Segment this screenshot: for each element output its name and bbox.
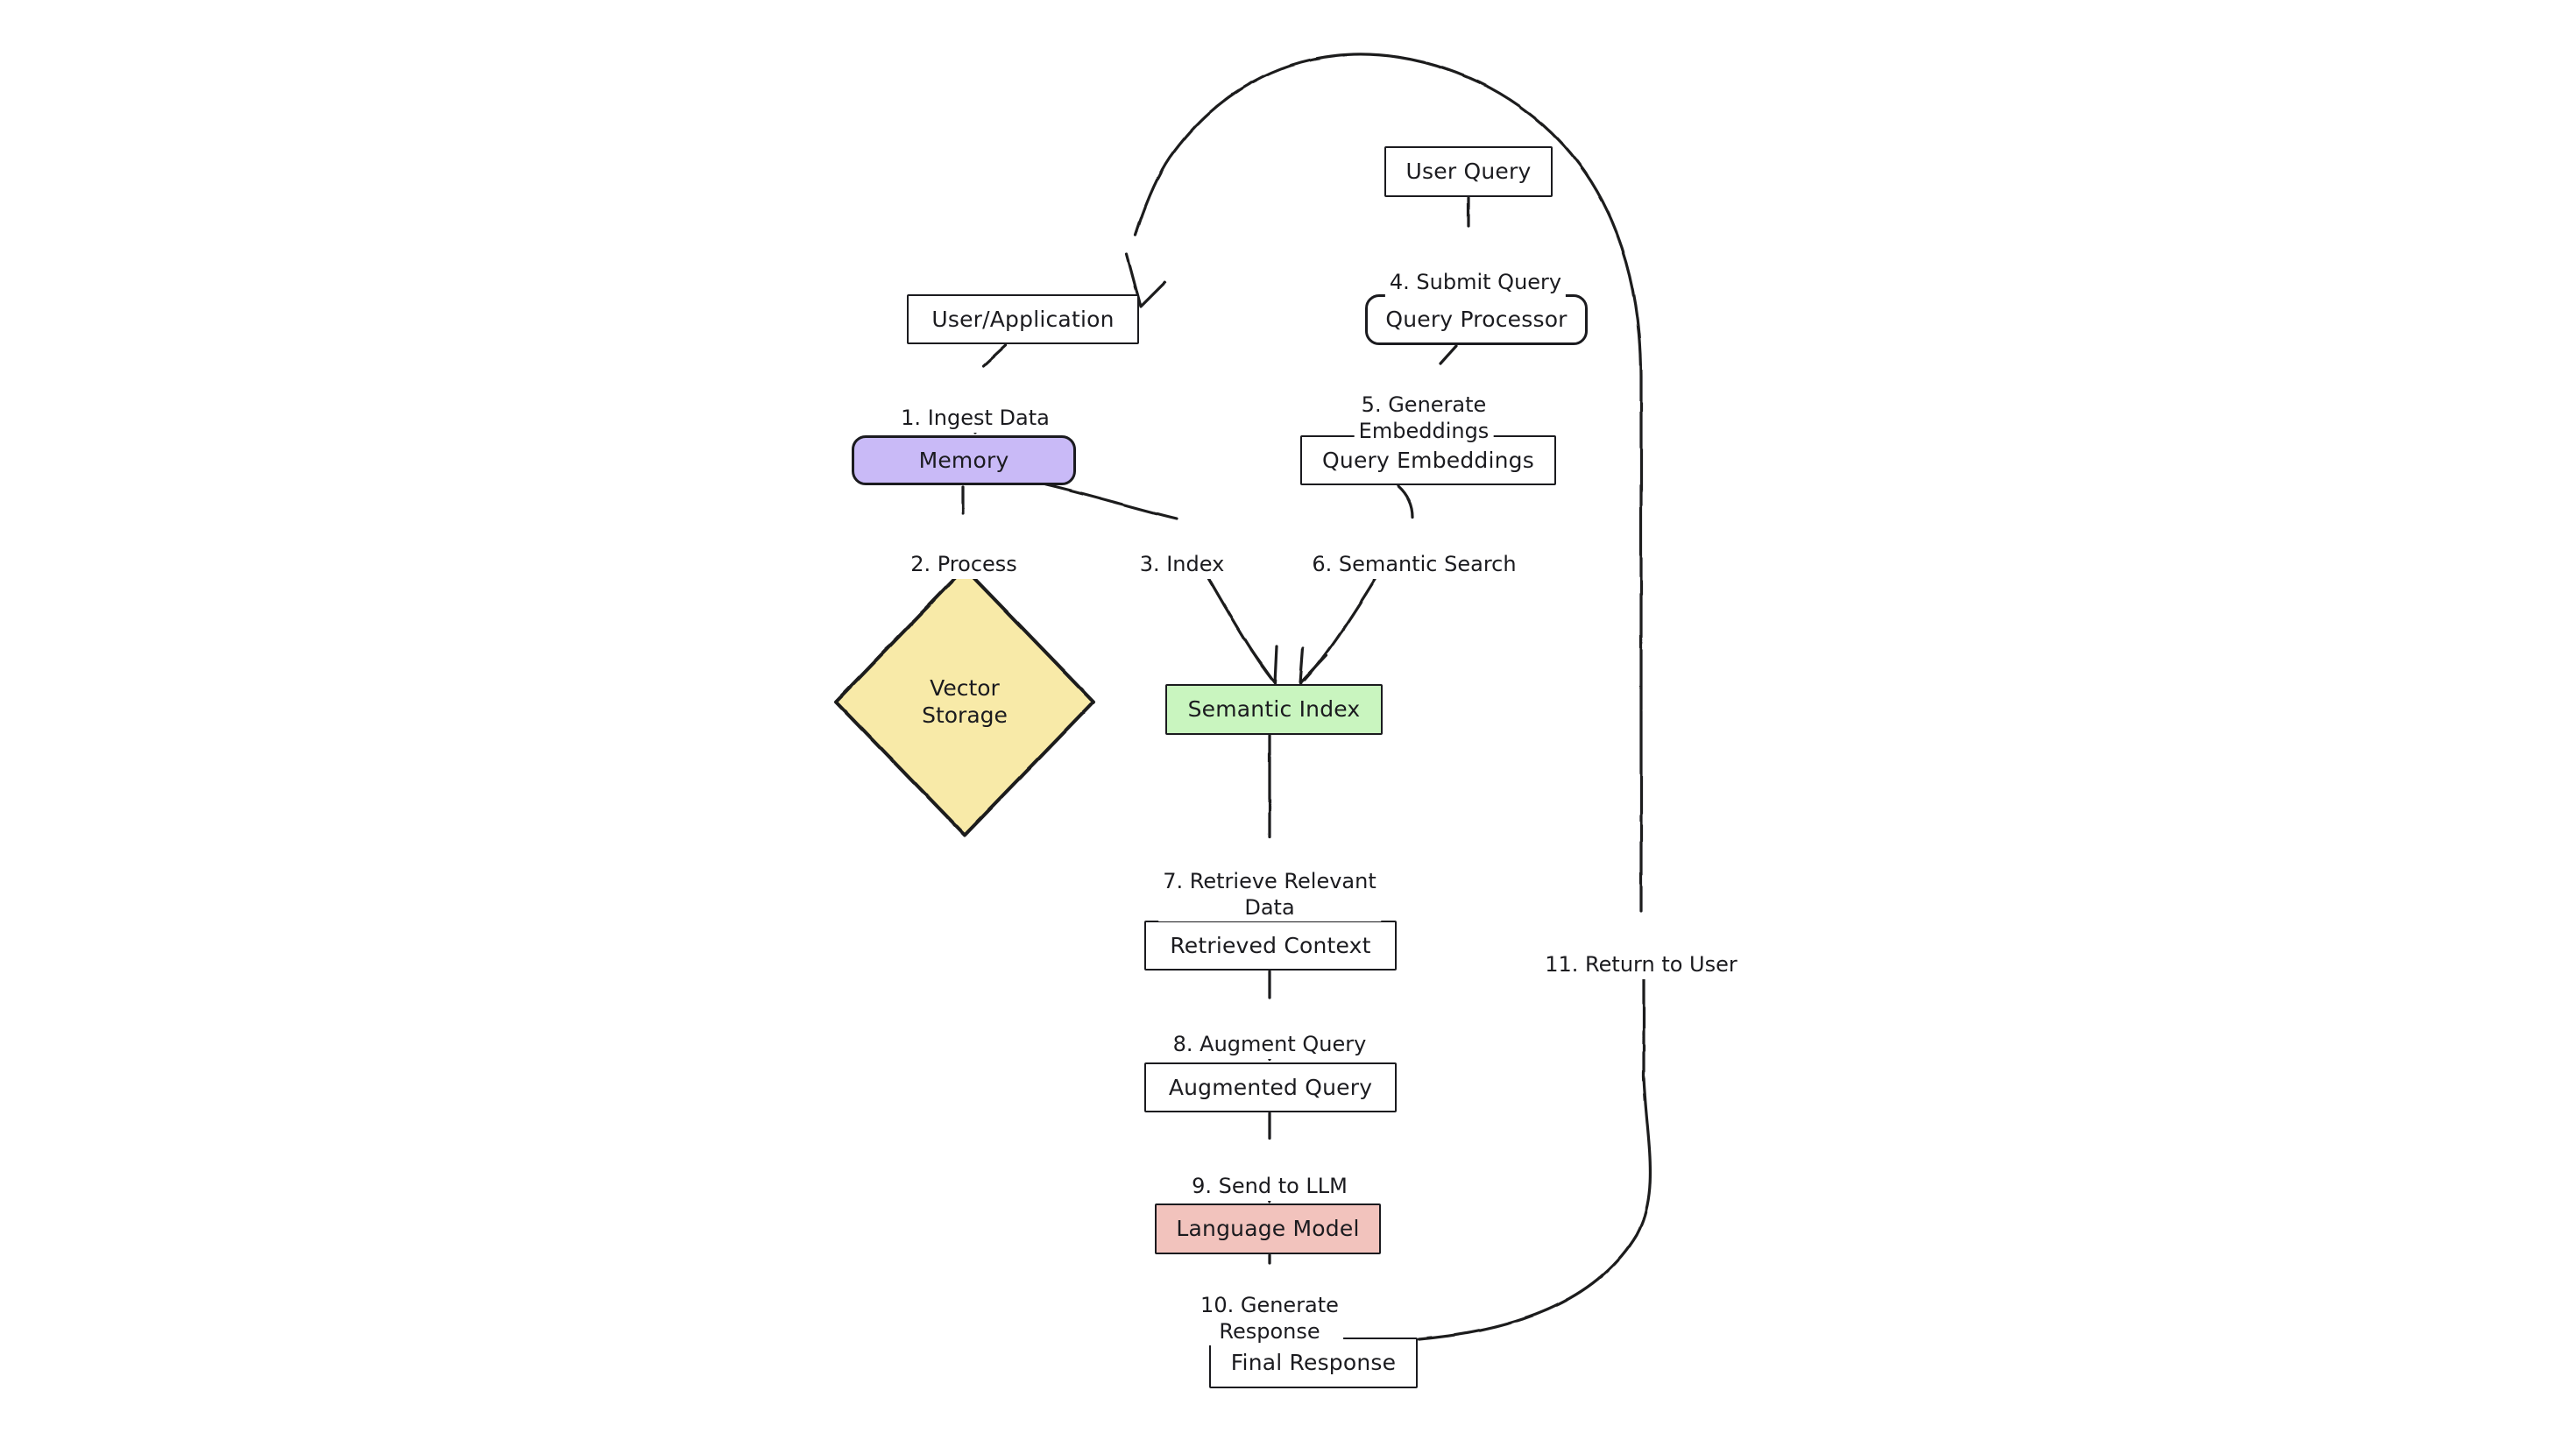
edge-label-augment-query: 8. Augment Query — [1168, 1006, 1371, 1059]
diagram-canvas: User Query User/Application Query Proces… — [0, 0, 2576, 1447]
node-memory-label: Memory — [918, 447, 1009, 473]
connector-semantic-search — [1299, 484, 1414, 685]
edge-label-semantic-search: 6. Semantic Search — [1307, 526, 1521, 579]
node-augmented-query-label: Augmented Query — [1168, 1074, 1373, 1100]
node-user-query-label: User Query — [1405, 159, 1532, 185]
node-memory[interactable]: Memory — [852, 435, 1076, 485]
node-user-application[interactable]: User/Application — [907, 294, 1139, 344]
edge-label-generate-response: 10. Generate Response — [1196, 1267, 1343, 1345]
edge-label-generate-embeddings: 5. Generate Embeddings — [1354, 366, 1494, 445]
edge-label-ingest-data: 1. Ingest Data — [896, 379, 1054, 433]
node-language-model-label: Language Model — [1176, 1216, 1360, 1242]
node-semantic-index-label: Semantic Index — [1187, 696, 1361, 723]
node-vector-storage-label: Vector Storage — [922, 674, 1008, 728]
edge-label-return-to-user: 11. Return to User — [1540, 926, 1742, 979]
node-retrieved-context[interactable]: Retrieved Context — [1144, 921, 1397, 971]
edge-label-send-to-llm: 9. Send to LLM — [1187, 1147, 1352, 1201]
node-retrieved-context-label: Retrieved Context — [1170, 932, 1371, 958]
node-vector-storage[interactable]: Vector Storage — [832, 565, 1097, 838]
node-augmented-query[interactable]: Augmented Query — [1144, 1062, 1397, 1112]
node-query-processor[interactable]: Query Processor — [1365, 294, 1588, 345]
node-final-response-label: Final Response — [1230, 1350, 1397, 1376]
edge-label-process: 2. Process — [906, 526, 1022, 579]
node-query-embeddings-label: Query Embeddings — [1322, 447, 1534, 473]
node-user-application-label: User/Application — [931, 306, 1115, 332]
node-language-model[interactable]: Language Model — [1155, 1203, 1381, 1254]
edge-label-submit-query: 4. Submit Query — [1384, 244, 1567, 297]
edge-label-retrieve-relevant-data: 7. Retrieve Relevant Data — [1158, 843, 1381, 921]
node-user-query[interactable]: User Query — [1384, 146, 1553, 197]
node-query-processor-label: Query Processor — [1385, 307, 1568, 333]
edge-label-index: 3. Index — [1135, 526, 1229, 579]
node-semantic-index[interactable]: Semantic Index — [1165, 684, 1383, 735]
